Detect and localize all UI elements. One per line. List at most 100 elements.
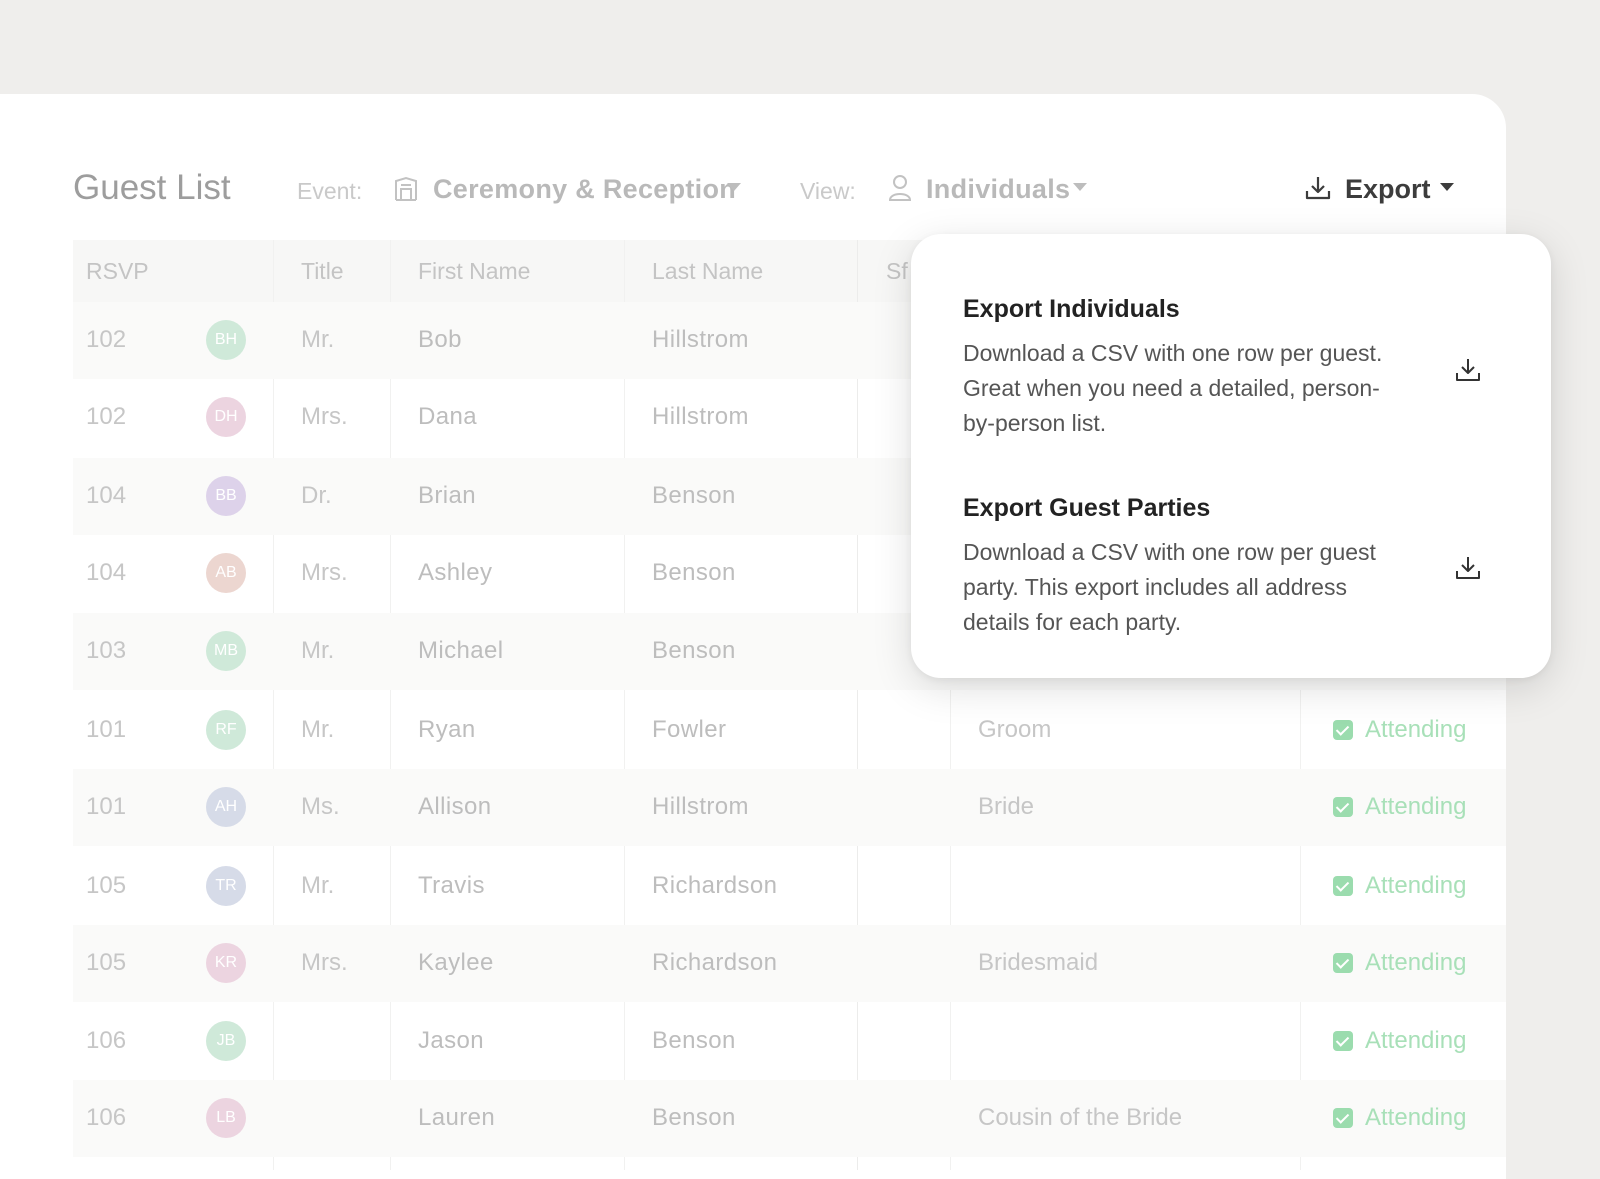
table-row[interactable] bbox=[73, 692, 1506, 769]
attending-checkbox-icon[interactable] bbox=[1333, 1031, 1353, 1051]
last-name: Benson bbox=[652, 559, 736, 586]
guest-title: Dr. bbox=[301, 482, 332, 509]
download-icon[interactable] bbox=[1304, 174, 1332, 207]
export-guest-parties-desc-line2: party. This export includes all address bbox=[963, 574, 1347, 600]
rsvp-number: 106 bbox=[86, 1027, 127, 1054]
first-name: Michael bbox=[418, 637, 504, 664]
first-name: Allison bbox=[418, 793, 492, 820]
rsvp-number: 106 bbox=[86, 1104, 127, 1131]
table-row[interactable] bbox=[73, 1080, 1506, 1157]
guest-role: Groom bbox=[978, 716, 1052, 743]
avatar: RF bbox=[206, 710, 246, 750]
guest-title: Mrs. bbox=[301, 559, 348, 586]
rsvp-status[interactable]: Attending bbox=[1365, 793, 1466, 821]
avatar: DH bbox=[206, 397, 246, 437]
rsvp-number: 105 bbox=[86, 949, 127, 976]
avatar: AB bbox=[206, 553, 246, 593]
event-dropdown[interactable]: Ceremony & Reception bbox=[433, 174, 736, 205]
avatar: KR bbox=[206, 943, 246, 983]
view-chevron-down-icon[interactable] bbox=[1073, 183, 1087, 191]
last-name: Hillstrom bbox=[652, 793, 749, 820]
rsvp-status[interactable]: Attending bbox=[1365, 872, 1466, 900]
attending-checkbox-icon[interactable] bbox=[1333, 1108, 1353, 1128]
last-name: Fowler bbox=[652, 716, 727, 743]
avatar: BB bbox=[206, 476, 246, 516]
person-icon[interactable] bbox=[888, 174, 912, 207]
first-name: Bob bbox=[418, 326, 462, 353]
last-name: Benson bbox=[652, 637, 736, 664]
export-individuals-desc-line1: Download a CSV with one row per guest. bbox=[963, 340, 1383, 366]
event-label: Event: bbox=[297, 178, 363, 204]
page-title: Guest List bbox=[73, 168, 231, 207]
rsvp-number: 101 bbox=[86, 716, 127, 743]
export-guest-parties-title[interactable]: Export Guest Parties bbox=[963, 494, 1210, 523]
rsvp-number: 102 bbox=[86, 403, 127, 430]
last-name: Benson bbox=[652, 1104, 736, 1131]
building-icon[interactable] bbox=[393, 176, 419, 207]
rsvp-status[interactable]: Attending bbox=[1365, 949, 1466, 977]
last-name: Benson bbox=[652, 1027, 736, 1054]
export-individuals-title[interactable]: Export Individuals bbox=[963, 295, 1180, 324]
attending-checkbox-icon[interactable] bbox=[1333, 720, 1353, 740]
first-name: Brian bbox=[418, 482, 477, 509]
last-name: Richardson bbox=[652, 872, 778, 899]
column-header-title[interactable]: Title bbox=[301, 258, 344, 285]
first-name: Jason bbox=[418, 1027, 485, 1054]
export-button-label[interactable]: Export bbox=[1345, 174, 1431, 205]
guest-role: Bridesmaid bbox=[978, 949, 1099, 976]
first-name: Dana bbox=[418, 403, 477, 430]
view-label: View: bbox=[800, 178, 856, 204]
guest-title: Mr. bbox=[301, 872, 335, 899]
export-chevron-down-icon[interactable] bbox=[1440, 183, 1454, 191]
column-header-partial[interactable]: Sf bbox=[886, 258, 908, 285]
rsvp-number: 105 bbox=[86, 872, 127, 899]
rsvp-status[interactable]: Attending bbox=[1365, 1104, 1466, 1132]
first-name: Ashley bbox=[418, 559, 493, 586]
event-chevron-down-icon[interactable] bbox=[727, 183, 741, 191]
column-header-first-name[interactable]: First Name bbox=[418, 258, 530, 285]
table-row[interactable] bbox=[73, 769, 1506, 846]
download-icon[interactable] bbox=[1453, 355, 1483, 385]
avatar: TR bbox=[206, 866, 246, 906]
export-guest-parties-desc-line1: Download a CSV with one row per guest bbox=[963, 539, 1376, 565]
column-header-rsvp[interactable]: RSVP bbox=[86, 258, 149, 285]
attending-checkbox-icon[interactable] bbox=[1333, 953, 1353, 973]
avatar: LB bbox=[206, 1098, 246, 1138]
table-row[interactable] bbox=[73, 1003, 1506, 1080]
rsvp-number: 103 bbox=[86, 637, 127, 664]
first-name: Travis bbox=[418, 872, 485, 899]
attending-checkbox-icon[interactable] bbox=[1333, 876, 1353, 896]
rsvp-number: 104 bbox=[86, 482, 127, 509]
last-name: Richardson bbox=[652, 949, 778, 976]
export-individuals-desc-line3: by-person list. bbox=[963, 410, 1107, 436]
guest-role: Bride bbox=[978, 793, 1035, 820]
guest-title: Mrs. bbox=[301, 949, 348, 976]
rsvp-number: 104 bbox=[86, 559, 127, 586]
guest-role: Cousin of the Bride bbox=[978, 1104, 1183, 1131]
first-name: Ryan bbox=[418, 716, 476, 743]
first-name: Lauren bbox=[418, 1104, 496, 1131]
last-name: Hillstrom bbox=[652, 326, 749, 353]
download-icon[interactable] bbox=[1453, 553, 1483, 583]
avatar: JB bbox=[206, 1021, 246, 1061]
view-dropdown[interactable]: Individuals bbox=[926, 174, 1070, 205]
attending-checkbox-icon[interactable] bbox=[1333, 797, 1353, 817]
avatar: BH bbox=[206, 320, 246, 360]
rsvp-status[interactable]: Attending bbox=[1365, 1027, 1466, 1055]
guest-title: Mrs. bbox=[301, 403, 348, 430]
guest-title: Mr. bbox=[301, 716, 335, 743]
guest-title: Ms. bbox=[301, 793, 340, 820]
export-individuals-desc-line2: Great when you need a detailed, person- bbox=[963, 375, 1380, 401]
rsvp-number: 102 bbox=[86, 326, 127, 353]
export-guest-parties-desc-line3: details for each party. bbox=[963, 609, 1182, 635]
avatar: MB bbox=[206, 631, 246, 671]
avatar: AH bbox=[206, 787, 246, 827]
table-row[interactable] bbox=[73, 848, 1506, 925]
last-name: Hillstrom bbox=[652, 403, 749, 430]
column-header-last-name[interactable]: Last Name bbox=[652, 258, 763, 285]
last-name: Benson bbox=[652, 482, 736, 509]
rsvp-status[interactable]: Attending bbox=[1365, 716, 1466, 744]
table-row[interactable] bbox=[73, 925, 1506, 1002]
guest-title: Mr. bbox=[301, 326, 335, 353]
guest-title: Mr. bbox=[301, 637, 335, 664]
